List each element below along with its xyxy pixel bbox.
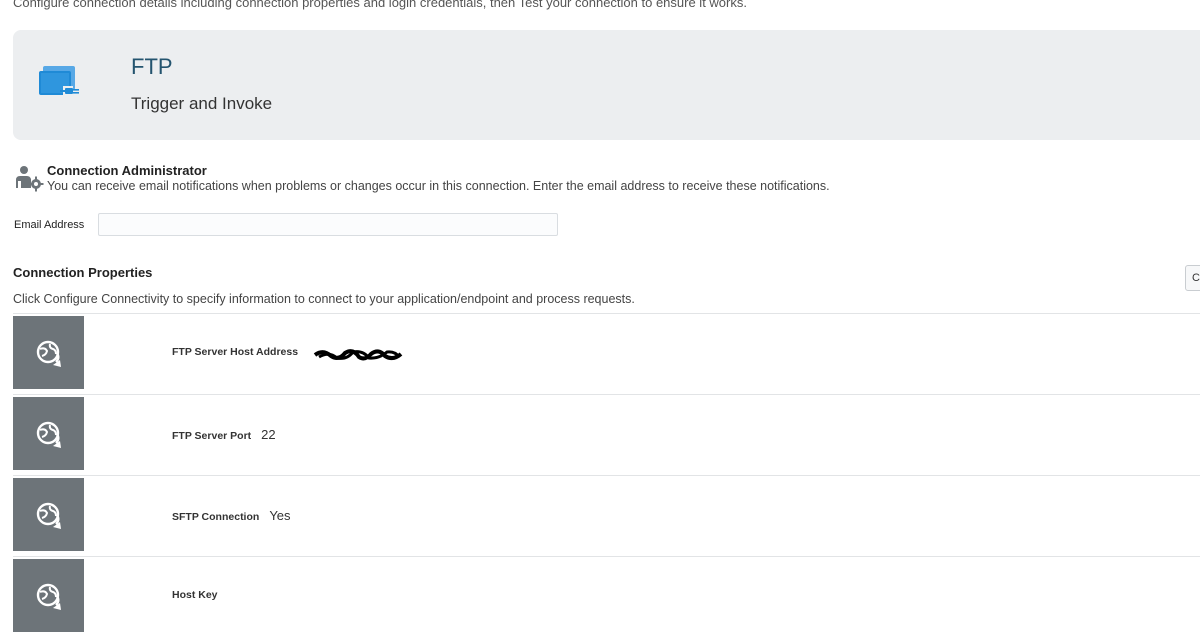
connection-properties-description: Click Configure Connectivity to specify …: [13, 292, 635, 306]
globe-refresh-icon: [13, 397, 84, 470]
admin-section-title: Connection Administrator: [47, 163, 207, 178]
globe-refresh-icon: [13, 478, 84, 551]
redaction-scribble: [313, 349, 403, 361]
connection-title: FTP: [131, 54, 173, 79]
connection-banner: FTP Trigger and Invoke: [13, 30, 1200, 140]
admin-section-description: You can receive email notifications when…: [47, 179, 830, 193]
user-settings-icon: [14, 164, 44, 197]
property-label: FTP Server Host Address: [172, 346, 299, 358]
connection-role: Trigger and Invoke: [131, 94, 273, 113]
property-value: 22: [261, 427, 276, 442]
globe-refresh-icon: [13, 559, 84, 632]
connection-properties-title: Connection Properties: [13, 265, 153, 280]
configure-connectivity-button[interactable]: C: [1185, 265, 1200, 291]
connection-properties-list: FTP Server Host Address FTP Server Port …: [13, 313, 1200, 637]
email-address-input[interactable]: [98, 213, 558, 236]
globe-refresh-icon: [13, 316, 84, 389]
property-row-host-key[interactable]: Host Key: [13, 556, 1200, 637]
property-label: FTP Server Port: [172, 430, 252, 442]
adapter-plug-icon: [39, 64, 85, 109]
property-value: Yes: [269, 508, 291, 523]
property-label: Host Key: [172, 589, 218, 601]
property-label: SFTP Connection: [172, 511, 260, 523]
property-row-port[interactable]: FTP Server Port 22: [13, 394, 1200, 475]
intro-text: Configure connection details including c…: [13, 0, 747, 10]
email-address-label: Email Address: [14, 219, 85, 231]
property-row-host-address[interactable]: FTP Server Host Address: [13, 313, 1200, 394]
property-row-sftp[interactable]: SFTP Connection Yes: [13, 475, 1200, 556]
